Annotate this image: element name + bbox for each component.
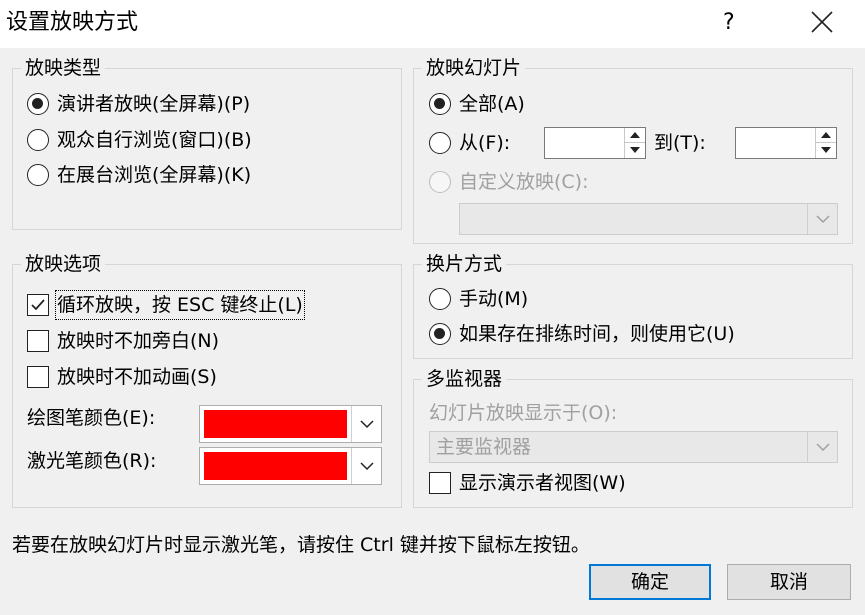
spin-up-icon xyxy=(821,132,831,138)
spin-up-icon xyxy=(630,132,640,138)
to-spin-down[interactable] xyxy=(816,143,836,158)
from-slide-spinner[interactable] xyxy=(544,127,646,159)
radio-kiosk-label[interactable]: 在展台浏览(全屏幕)(K) xyxy=(57,162,251,188)
cancel-button[interactable]: 取消 xyxy=(727,564,851,600)
pen-color-label: 绘图笔颜色(E): xyxy=(27,407,156,429)
from-spin-up[interactable] xyxy=(625,128,645,143)
radio-browsed-window[interactable] xyxy=(27,129,49,151)
laser-color-picker[interactable] xyxy=(199,447,382,485)
radio-presenter-label[interactable]: 演讲者放映(全屏幕)(P) xyxy=(57,91,250,117)
laser-color-swatch xyxy=(204,452,347,480)
title-bar: 设置放映方式 ? xyxy=(0,0,865,48)
show-type-legend: 放映类型 xyxy=(21,55,106,81)
laser-color-label: 激光笔颜色(R): xyxy=(27,450,157,472)
monitors-legend: 多监视器 xyxy=(422,366,507,392)
pen-color-swatch xyxy=(204,410,347,438)
loop-checkbox-label[interactable]: 循环放映，按 ESC 键终止(L) xyxy=(55,290,305,320)
from-spin-down[interactable] xyxy=(625,143,645,158)
radio-manual[interactable] xyxy=(429,288,451,310)
spin-down-icon xyxy=(630,147,640,153)
radio-kiosk[interactable] xyxy=(27,164,49,186)
close-icon xyxy=(811,11,833,33)
pen-color-picker[interactable] xyxy=(199,405,382,443)
to-slide-spinner[interactable] xyxy=(735,127,837,159)
radio-custom-show[interactable] xyxy=(429,171,451,193)
presenter-view-checkbox[interactable] xyxy=(429,472,451,494)
dialog-title: 设置放映方式 xyxy=(6,10,139,35)
chevron-down-icon xyxy=(360,420,374,429)
show-options-legend: 放映选项 xyxy=(21,251,106,277)
loop-checkbox[interactable] xyxy=(27,294,49,316)
no-narration-label[interactable]: 放映时不加旁白(N) xyxy=(57,328,219,354)
custom-show-label: 自定义放映(C): xyxy=(459,171,589,193)
advance-legend: 换片方式 xyxy=(422,251,507,277)
display-on-select[interactable]: 主要监视器 xyxy=(429,431,838,463)
presenter-view-label[interactable]: 显示演示者视图(W) xyxy=(459,470,626,496)
chevron-down-icon xyxy=(816,443,830,452)
laser-hint-text: 若要在放映幻灯片时显示激光笔，请按住 Ctrl 键并按下鼠标左按钮。 xyxy=(12,534,590,556)
ok-button[interactable]: 确定 xyxy=(589,564,711,600)
help-button[interactable]: ? xyxy=(723,8,735,38)
close-button[interactable] xyxy=(806,6,838,38)
spin-down-icon xyxy=(821,147,831,153)
checkmark-icon xyxy=(31,299,45,311)
to-spin-up[interactable] xyxy=(816,128,836,143)
radio-browsed-window-label[interactable]: 观众自行浏览(窗口)(B) xyxy=(57,127,252,153)
radio-all-slides[interactable] xyxy=(429,93,451,115)
chevron-down-icon xyxy=(816,215,830,224)
radio-all-slides-label[interactable]: 全部(A) xyxy=(459,91,525,117)
chevron-down-icon xyxy=(360,462,374,471)
no-narration-checkbox[interactable] xyxy=(27,330,49,352)
radio-manual-label[interactable]: 手动(M) xyxy=(459,286,528,312)
radio-from-slide[interactable] xyxy=(429,132,451,154)
custom-show-select[interactable] xyxy=(459,203,838,235)
radio-use-timings[interactable] xyxy=(429,323,451,345)
radio-use-timings-label[interactable]: 如果存在排练时间，则使用它(U) xyxy=(459,321,735,347)
show-slides-legend: 放映幻灯片 xyxy=(422,55,526,81)
radio-presenter[interactable] xyxy=(27,93,49,115)
to-label: 到(T): xyxy=(654,132,706,154)
no-animation-label[interactable]: 放映时不加动画(S) xyxy=(57,364,217,390)
display-on-label: 幻灯片放映显示于(O): xyxy=(429,402,618,424)
no-animation-checkbox[interactable] xyxy=(27,366,49,388)
from-label[interactable]: 从(F): xyxy=(459,130,510,156)
display-on-value: 主要监视器 xyxy=(436,436,532,458)
